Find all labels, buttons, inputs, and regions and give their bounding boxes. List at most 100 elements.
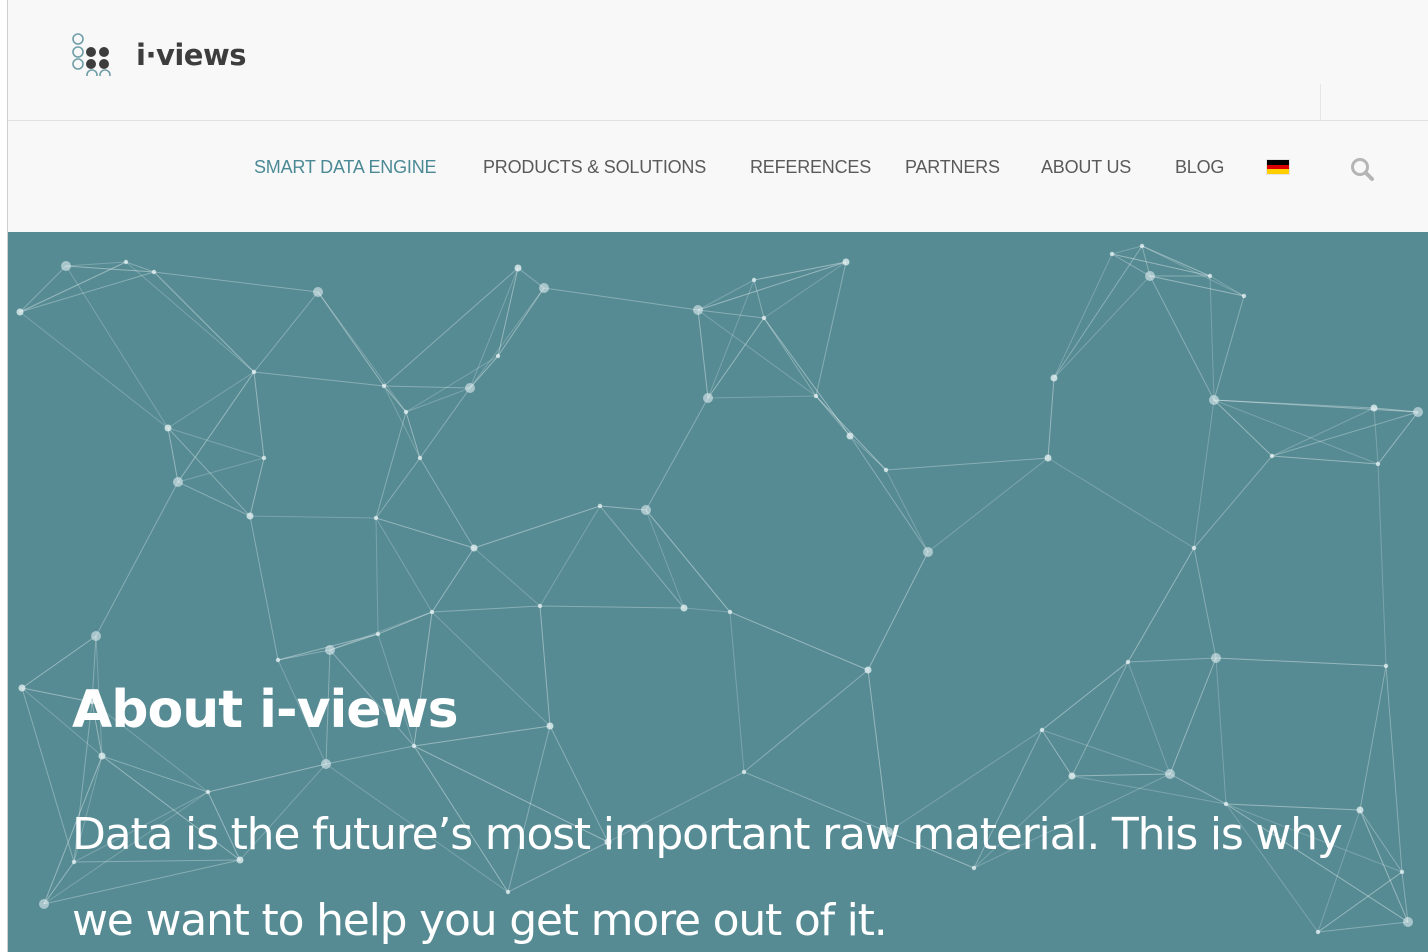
network-node (1370, 404, 1378, 412)
network-edge (729, 611, 869, 671)
network-edge (1213, 295, 1245, 401)
network-node (514, 264, 522, 272)
hero-banner: About i-views Data is the future’s most … (8, 232, 1428, 952)
network-edge (1373, 407, 1379, 465)
network-edge (1141, 245, 1245, 297)
network-edge (1213, 399, 1419, 413)
network-edge (1385, 665, 1403, 873)
network-node (495, 353, 501, 359)
flag-stripe-gold (1267, 169, 1289, 175)
network-edge (277, 649, 331, 661)
network-edge (497, 267, 519, 357)
network-node (727, 609, 733, 615)
network-edge (1359, 809, 1403, 873)
network-edge (1215, 657, 1227, 805)
network-node (1191, 545, 1197, 551)
network-edge (375, 457, 421, 519)
network-edge (1209, 275, 1215, 401)
network-edge (19, 311, 169, 429)
network-edge (849, 435, 929, 553)
network-node (1125, 659, 1131, 665)
network-edge (1149, 275, 1215, 401)
logo-text: i·views (136, 38, 247, 72)
network-node (1399, 869, 1405, 875)
network-edge (167, 427, 179, 483)
network-edge (1193, 455, 1273, 549)
network-node (693, 305, 703, 315)
network-node (751, 277, 757, 283)
nav-item-blog[interactable]: BLOG (1175, 157, 1224, 178)
network-node (16, 308, 24, 316)
network-edge (753, 279, 765, 319)
network-edge (1041, 729, 1171, 775)
nav-item-references[interactable]: REFERENCES (750, 157, 871, 178)
network-edge (539, 605, 551, 727)
network-edge (1377, 411, 1419, 465)
network-node (680, 604, 688, 612)
site-header: i·views (8, 0, 1428, 134)
network-node (313, 287, 323, 297)
search-button[interactable] (1348, 155, 1378, 185)
network-edge (249, 515, 279, 661)
network-node (91, 631, 101, 641)
network-edge (431, 547, 475, 613)
network-edge (1127, 657, 1217, 663)
network-edge (405, 387, 471, 413)
network-node (429, 609, 435, 615)
network-node (842, 258, 850, 266)
network-edge (539, 505, 601, 607)
network-edge (383, 385, 421, 459)
network-edge (101, 755, 209, 793)
network-edge (65, 265, 169, 429)
network-edge (253, 371, 385, 387)
network-node (1044, 454, 1052, 462)
network-edge (375, 517, 379, 635)
network-node (1139, 243, 1145, 249)
network-edge (885, 469, 929, 553)
network-edge (599, 505, 685, 609)
network-node (164, 424, 172, 432)
network-edge (1047, 457, 1195, 549)
network-edge (543, 287, 699, 311)
network-node (151, 269, 157, 275)
network-edge (43, 861, 75, 905)
logo-link[interactable]: i·views (72, 32, 247, 76)
network-node (1207, 273, 1213, 279)
network-edge (177, 457, 265, 483)
network-edge (1127, 661, 1171, 775)
network-node (261, 455, 267, 461)
network-node (246, 512, 254, 520)
german-flag-icon[interactable] (1267, 160, 1289, 175)
network-node (1068, 772, 1076, 780)
nav-item-about-us[interactable]: ABOUT US (1041, 157, 1131, 178)
nav-item-smart-data-engine[interactable]: SMART DATA ENGINE (254, 157, 437, 178)
network-node (1241, 293, 1247, 299)
network-edge (707, 395, 817, 399)
network-node (864, 666, 872, 674)
nav-item-partners[interactable]: PARTNERS (905, 157, 1000, 178)
network-node (1375, 461, 1381, 467)
network-edge (539, 605, 685, 609)
network-edge (383, 385, 471, 389)
network-node (761, 315, 767, 321)
network-edge (1193, 399, 1215, 549)
network-edge (1209, 275, 1245, 297)
network-edge (1071, 661, 1129, 777)
network-node (1050, 374, 1058, 382)
network-edge (1149, 275, 1245, 297)
search-icon (1351, 158, 1374, 181)
network-node (1209, 395, 1219, 405)
network-edge (1053, 253, 1113, 379)
network-edge (469, 355, 499, 389)
network-edge (473, 505, 601, 549)
network-edge (599, 505, 647, 511)
network-node (813, 393, 819, 399)
window-left-edge (0, 0, 8, 952)
network-node (923, 547, 933, 557)
network-node (537, 603, 543, 609)
network-edge (167, 371, 255, 429)
network-node (173, 477, 183, 487)
network-edge (419, 457, 475, 549)
network-node (597, 503, 603, 509)
nav-item-products-solutions[interactable]: PRODUCTS & SOLUTIONS (483, 157, 706, 178)
